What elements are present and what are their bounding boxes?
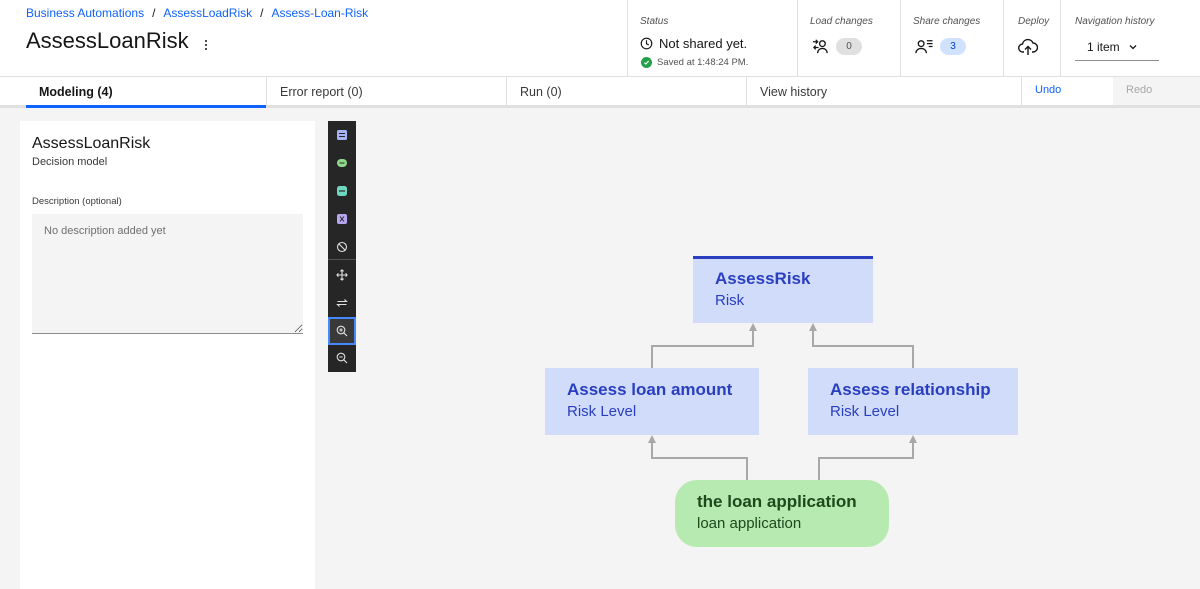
node-type: Risk Level bbox=[567, 403, 637, 420]
arrowhead-icon bbox=[749, 323, 757, 331]
cloud-upload-icon bbox=[1018, 38, 1038, 55]
node-type: loan application bbox=[697, 515, 802, 532]
properties-panel: AssessLoanRisk Decision model Descriptio… bbox=[20, 121, 315, 589]
overflow-dot-icon bbox=[205, 48, 207, 50]
hide-node-tool[interactable] bbox=[328, 233, 356, 261]
deploy-label: Deploy bbox=[1018, 16, 1050, 27]
breadcrumb: Business Automations / AssessLoadRisk / … bbox=[26, 6, 368, 20]
redo-button[interactable]: Redo bbox=[1113, 77, 1200, 105]
node-title: the loan application bbox=[697, 492, 857, 511]
load-changes-count: 0 bbox=[836, 38, 862, 55]
zoom-out-tool[interactable] bbox=[328, 344, 356, 372]
arrowhead-icon bbox=[648, 435, 656, 443]
workspace: AssessLoanRisk Decision model Descriptio… bbox=[0, 108, 1200, 589]
zoom-out-icon bbox=[336, 352, 348, 364]
navigation-history-panel: Navigation history 1 item bbox=[1060, 0, 1200, 76]
edge-loan-to-relationship bbox=[818, 441, 914, 480]
chevron-down-icon bbox=[1129, 45, 1137, 50]
diagram-canvas[interactable]: AssessRisk Risk Assess loan amount Risk … bbox=[357, 108, 1200, 589]
pan-icon bbox=[336, 269, 348, 281]
pan-tool[interactable] bbox=[328, 261, 356, 289]
share-changes-label: Share changes bbox=[913, 16, 981, 27]
navigation-history-label: Navigation history bbox=[1075, 16, 1155, 27]
node-title: Assess relationship bbox=[830, 380, 991, 399]
decision-node-assessrisk[interactable]: AssessRisk Risk bbox=[693, 256, 873, 323]
status-panel: Status Not shared yet. Saved at 1:48:24 … bbox=[627, 0, 798, 76]
input-data-icon bbox=[337, 159, 347, 167]
decision-node-tool[interactable] bbox=[328, 121, 356, 149]
status-value: Not shared yet. bbox=[659, 36, 748, 51]
page-title: AssessLoanRisk bbox=[26, 28, 189, 53]
saved-timestamp: Saved at 1:48:24 PM. bbox=[657, 57, 749, 68]
decision-node-assess-loan-amount[interactable]: Assess loan amount Risk Level bbox=[545, 368, 759, 435]
share-changes-icon bbox=[915, 40, 933, 54]
share-changes-panel[interactable]: Share changes 3 bbox=[900, 0, 1004, 76]
input-data-tool[interactable] bbox=[328, 149, 356, 177]
description-field[interactable] bbox=[32, 214, 303, 334]
node-type: Risk bbox=[715, 292, 745, 309]
navigation-history-value: 1 item bbox=[1087, 40, 1120, 54]
decision-node-icon bbox=[337, 130, 347, 140]
breadcrumb-business-automations[interactable]: Business Automations bbox=[26, 6, 144, 20]
status-text-row: Not shared yet. bbox=[640, 36, 747, 51]
arrowhead-icon bbox=[809, 323, 817, 331]
overflow-menu-button[interactable] bbox=[200, 36, 212, 54]
swap-tool[interactable] bbox=[328, 289, 356, 317]
zoom-in-tool[interactable] bbox=[328, 317, 356, 345]
app-header: Business Automations / AssessLoadRisk / … bbox=[0, 0, 1200, 77]
breadcrumb-separator: / bbox=[152, 6, 156, 20]
model-type: Decision model bbox=[32, 156, 108, 168]
clock-icon bbox=[640, 37, 653, 50]
model-name: AssessLoanRisk bbox=[32, 135, 151, 152]
node-title: Assess loan amount bbox=[567, 380, 733, 399]
status-label: Status bbox=[640, 16, 669, 27]
description-label: Description (optional) bbox=[32, 196, 122, 207]
hide-node-icon bbox=[336, 241, 348, 253]
prediction-node-icon bbox=[337, 186, 347, 196]
swap-icon bbox=[336, 299, 348, 307]
overflow-dot-icon bbox=[205, 44, 207, 46]
diagram-toolbar bbox=[328, 121, 356, 372]
function-node-icon bbox=[337, 214, 347, 224]
overflow-dot-icon bbox=[205, 40, 207, 42]
load-changes-label: Load changes bbox=[810, 16, 873, 27]
node-title: AssessRisk bbox=[715, 269, 811, 288]
tab-run[interactable]: Run (0) bbox=[506, 77, 746, 108]
edge-loan-to-amount bbox=[651, 441, 748, 480]
breadcrumb-assessloadrisk[interactable]: AssessLoadRisk bbox=[163, 6, 252, 20]
checkmark-icon bbox=[641, 57, 652, 68]
tab-bar: Modeling (4) Error report (0) Run (0) Vi… bbox=[0, 77, 1200, 108]
toolbar-divider bbox=[328, 259, 356, 260]
share-changes-count: 3 bbox=[940, 38, 966, 55]
arrowhead-icon bbox=[909, 435, 917, 443]
undo-button[interactable]: Undo bbox=[1021, 77, 1113, 105]
load-changes-panel[interactable]: Load changes 0 bbox=[797, 0, 901, 76]
decision-node-assess-relationship[interactable]: Assess relationship Risk Level bbox=[808, 368, 1018, 435]
tab-error-report[interactable]: Error report (0) bbox=[266, 77, 506, 108]
edge-amount-to-risk bbox=[651, 329, 754, 368]
prediction-node-tool[interactable] bbox=[328, 177, 356, 205]
function-node-tool[interactable] bbox=[328, 205, 356, 233]
tab-modeling[interactable]: Modeling (4) bbox=[26, 77, 266, 108]
saved-row: Saved at 1:48:24 PM. bbox=[641, 57, 748, 68]
breadcrumb-assess-loan-risk[interactable]: Assess-Loan-Risk bbox=[271, 6, 368, 20]
node-type: Risk Level bbox=[830, 403, 900, 420]
edge-relationship-to-risk bbox=[812, 329, 914, 368]
load-changes-icon bbox=[812, 39, 828, 54]
zoom-in-icon bbox=[336, 325, 348, 337]
navigation-history-dropdown[interactable]: 1 item bbox=[1075, 34, 1159, 61]
breadcrumb-separator: / bbox=[260, 6, 264, 20]
deploy-panel[interactable]: Deploy bbox=[1003, 0, 1060, 76]
tab-view-history[interactable]: View history bbox=[746, 77, 1021, 108]
input-node-loan-application[interactable]: the loan application loan application bbox=[675, 480, 889, 547]
